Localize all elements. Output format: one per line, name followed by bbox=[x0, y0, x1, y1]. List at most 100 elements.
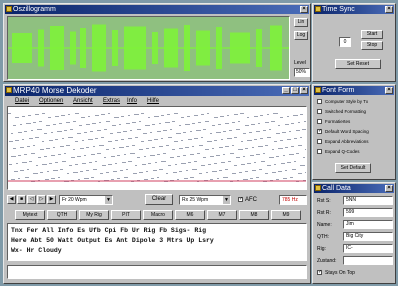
stays-on-top-checkbox[interactable]: ✓ bbox=[317, 270, 322, 275]
decoder-titlebar[interactable]: MRP40 Morse Dekoder _ □ × bbox=[5, 86, 309, 96]
spectrum-speckle bbox=[303, 157, 305, 158]
spectrum-speckle bbox=[155, 116, 159, 117]
spectrum-speckle bbox=[208, 164, 211, 165]
field-input[interactable]: Jim bbox=[343, 220, 393, 229]
field-input[interactable]: 599 bbox=[343, 208, 393, 217]
spectrum-speckle bbox=[91, 131, 93, 132]
option-checkbox[interactable] bbox=[317, 99, 322, 104]
spectrum-speckle bbox=[151, 178, 154, 179]
afc-label: AFC bbox=[245, 197, 257, 203]
spectrum-speckle bbox=[95, 138, 98, 139]
spectrum-speckle bbox=[133, 145, 135, 146]
spectrum-speckle bbox=[51, 155, 55, 156]
timesync-titlebar[interactable]: Time Sync × bbox=[314, 5, 394, 14]
spectrum-speckle bbox=[177, 133, 181, 134]
spectrum-speckle bbox=[246, 171, 248, 172]
spectrum-speckle bbox=[288, 162, 291, 163]
spectrum-speckle bbox=[117, 155, 120, 156]
minimize-icon[interactable]: _ bbox=[282, 87, 290, 94]
field-input[interactable]: 5NN bbox=[343, 196, 393, 205]
rewind-button[interactable]: ◀ bbox=[7, 195, 16, 204]
macro-macro-button[interactable]: Macro bbox=[143, 210, 173, 220]
control-row: ◀ ■ ◁ ▷ ▶ Fr 20 Wpm ▼ Clear Rx 25 Wpm ▼ … bbox=[7, 193, 309, 207]
spectrum-speckle bbox=[106, 149, 109, 150]
play-button[interactable]: ▶ bbox=[47, 195, 56, 204]
rx-speed-select[interactable]: Rx 25 Wpm ▼ bbox=[179, 195, 231, 205]
spectrum-speckle bbox=[186, 124, 190, 125]
transmit-input[interactable] bbox=[7, 265, 307, 279]
spectrum-speckle bbox=[38, 129, 42, 130]
menu-ansicht[interactable]: Ansicht bbox=[73, 98, 93, 104]
scale-log-button[interactable]: Log bbox=[294, 31, 308, 40]
option-checkbox[interactable] bbox=[317, 149, 322, 154]
macro-m7-button[interactable]: M7 bbox=[207, 210, 237, 220]
step-fwd-button[interactable]: ▷ bbox=[37, 195, 46, 204]
set-default-button[interactable]: Set Default bbox=[335, 163, 371, 173]
qso-title: Call Data bbox=[322, 185, 351, 192]
level-field[interactable]: 50% bbox=[294, 68, 310, 77]
stop-play-button[interactable]: ■ bbox=[17, 195, 26, 204]
qso-titlebar[interactable]: Call Data × bbox=[314, 184, 394, 193]
spectrum-speckle bbox=[113, 125, 116, 126]
spectrum-speckle bbox=[175, 141, 178, 142]
menu-info[interactable]: Info bbox=[127, 98, 137, 104]
spectrum-speckle bbox=[173, 172, 177, 173]
spectrum-speckle bbox=[250, 178, 253, 179]
spectrum-speckle bbox=[115, 163, 117, 164]
menu-datei[interactable]: Datei bbox=[15, 98, 29, 104]
frequency-field[interactable]: 785 Hz bbox=[279, 195, 307, 205]
spectrum-speckle bbox=[104, 129, 107, 130]
time-field[interactable]: 0 bbox=[339, 37, 351, 47]
macro-qth-button[interactable]: QTH bbox=[47, 210, 77, 220]
close-icon[interactable]: × bbox=[385, 185, 393, 192]
spectrum-speckle bbox=[106, 121, 110, 122]
oscillogram-titlebar[interactable]: Oszillogramm × bbox=[5, 5, 309, 14]
tx-speed-select[interactable]: Fr 20 Wpm ▼ bbox=[59, 195, 113, 205]
set-reset-button[interactable]: Set Reset bbox=[335, 59, 381, 69]
spectrum-speckle bbox=[74, 172, 78, 173]
spectrum-speckle bbox=[14, 148, 16, 149]
option-checkbox[interactable] bbox=[317, 109, 322, 114]
font-options-titlebar[interactable]: Font Form × bbox=[314, 86, 394, 95]
step-back-button[interactable]: ◁ bbox=[27, 195, 36, 204]
menu-hilfe[interactable]: Hilfe bbox=[147, 98, 159, 104]
spectrum-speckle bbox=[254, 116, 258, 117]
option-checkbox[interactable] bbox=[317, 139, 322, 144]
spectrum-speckle bbox=[164, 130, 167, 131]
afc-checkbox[interactable]: ✓ bbox=[238, 197, 243, 202]
option-label: Computer Style by Tx bbox=[325, 99, 369, 104]
spectrum-speckle bbox=[62, 138, 64, 139]
decoded-text-area[interactable]: Tnx Fer All Info Es Ufb Cpi Fb Ur Rig Fb… bbox=[7, 223, 307, 261]
zustand-input[interactable] bbox=[343, 256, 393, 265]
spectrum-speckle bbox=[117, 132, 121, 133]
spectrum-speckle bbox=[265, 145, 268, 146]
option-label: Expand Q-Codes bbox=[325, 149, 360, 154]
spectrum-speckle bbox=[58, 177, 60, 178]
scale-lin-button[interactable]: Lin bbox=[294, 18, 308, 27]
macro-m8-button[interactable]: M8 bbox=[239, 210, 269, 220]
spectrum-speckle bbox=[144, 133, 147, 134]
option-checkbox[interactable]: ✓ bbox=[317, 129, 322, 134]
option-checkbox[interactable] bbox=[317, 119, 322, 124]
macro-pit-button[interactable]: PIT bbox=[111, 210, 141, 220]
menu-extras[interactable]: Extras bbox=[103, 98, 120, 104]
macro-m9-button[interactable]: M9 bbox=[271, 210, 301, 220]
spectrum-speckle bbox=[219, 147, 223, 148]
field-input[interactable]: IC- bbox=[343, 244, 393, 253]
macro-mytext-button[interactable]: Mytext bbox=[15, 210, 45, 220]
field-input[interactable]: Big City bbox=[343, 232, 393, 241]
spectrum-speckle bbox=[15, 117, 19, 118]
maximize-icon[interactable]: □ bbox=[291, 87, 299, 94]
clear-button[interactable]: Clear bbox=[145, 194, 173, 205]
macro-m6-button[interactable]: M6 bbox=[175, 210, 205, 220]
close-icon[interactable]: × bbox=[300, 87, 308, 94]
macro-myrig-button[interactable]: My Rig bbox=[79, 210, 109, 220]
menu-optionen[interactable]: Optionen bbox=[39, 98, 63, 104]
stop-button[interactable]: Stop bbox=[361, 41, 383, 50]
start-button[interactable]: Start bbox=[361, 30, 383, 39]
waveform-burst bbox=[112, 30, 118, 66]
close-icon[interactable]: × bbox=[385, 87, 393, 94]
close-icon[interactable]: × bbox=[385, 6, 393, 13]
spectrum-speckle bbox=[217, 155, 220, 156]
close-icon[interactable]: × bbox=[300, 6, 308, 13]
